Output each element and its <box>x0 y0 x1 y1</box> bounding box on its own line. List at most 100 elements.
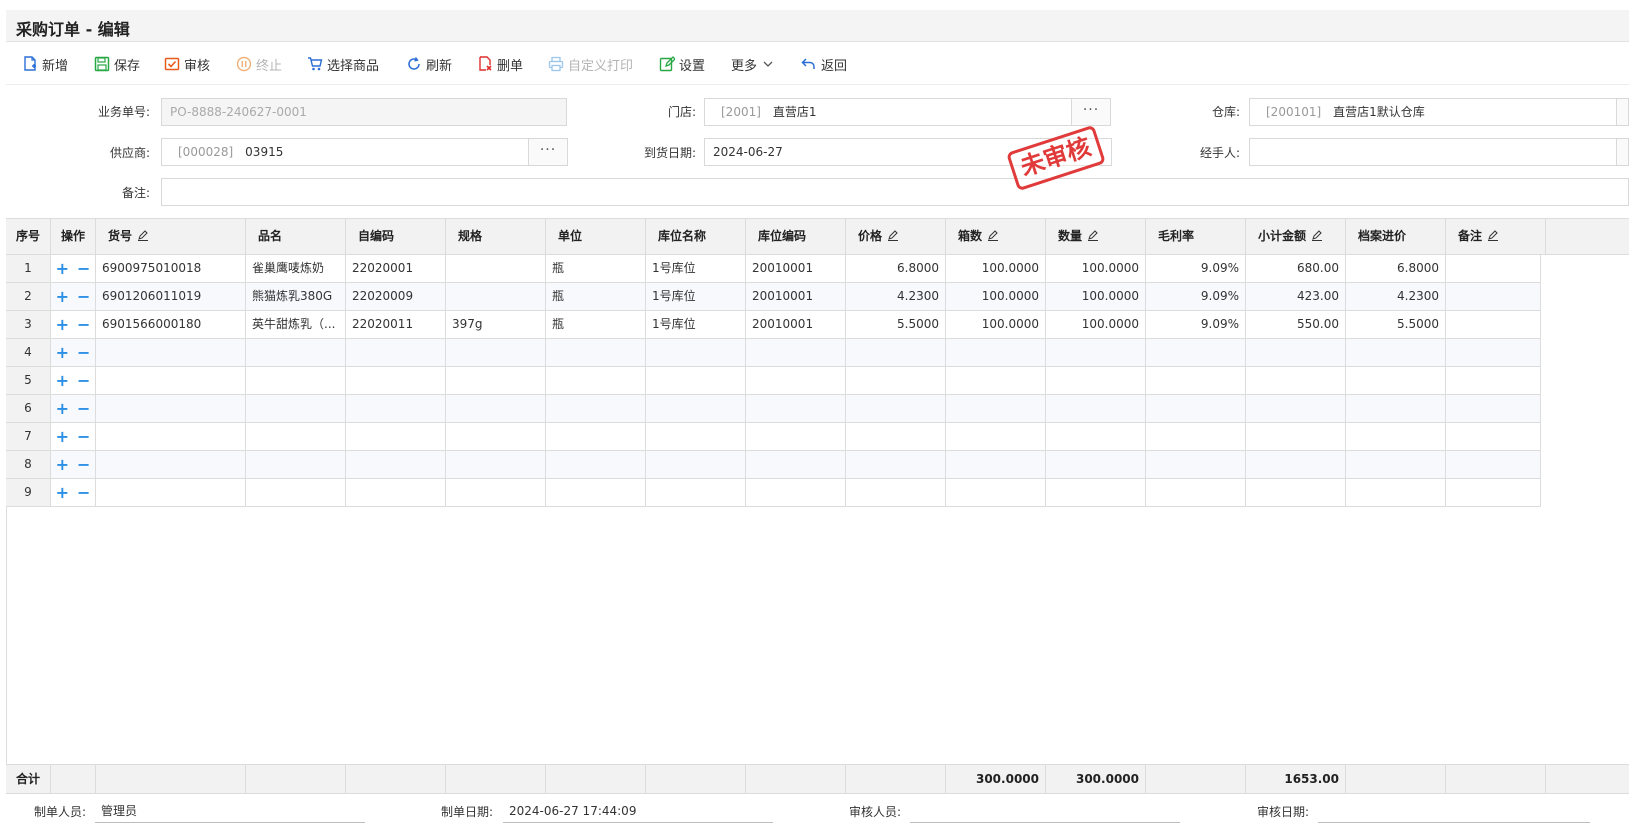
cell-name[interactable] <box>246 479 346 506</box>
cell-note[interactable] <box>1446 367 1541 394</box>
col-price[interactable]: 价格 <box>846 219 946 254</box>
back-button[interactable]: 返回 <box>801 54 847 74</box>
add-row-icon[interactable]: + <box>56 455 69 474</box>
cell-note[interactable] <box>1446 255 1541 282</box>
cell-name[interactable]: 熊猫炼乳380G <box>246 283 346 310</box>
cell-self-code[interactable] <box>346 395 446 422</box>
cell-spec[interactable] <box>446 479 546 506</box>
cell-subtotal[interactable] <box>1246 451 1346 478</box>
cell-qty[interactable] <box>1046 423 1146 450</box>
col-qty[interactable]: 数量 <box>1046 219 1146 254</box>
cell-self-code[interactable]: 22020011 <box>346 311 446 338</box>
store-field[interactable]: [2001] 直营店1 <box>704 98 1072 126</box>
cell-unit[interactable]: 瓶 <box>546 255 646 282</box>
cell-qty[interactable] <box>1046 451 1146 478</box>
cell-file-price[interactable] <box>1346 367 1446 394</box>
cell-price[interactable] <box>846 367 946 394</box>
cell-loc-code[interactable] <box>746 395 846 422</box>
cell-margin[interactable]: 9.09% <box>1146 311 1246 338</box>
add-row-icon[interactable]: + <box>56 259 69 278</box>
table-row[interactable]: 2 + − 6901206011019 熊猫炼乳380G 22020009 瓶 1… <box>6 283 1541 311</box>
cell-loc-name[interactable] <box>646 367 746 394</box>
table-row[interactable]: 3 + − 6901566000180 英牛甜炼乳（... 22020011 39… <box>6 311 1541 339</box>
cell-name[interactable] <box>246 423 346 450</box>
cell-loc-name[interactable] <box>646 395 746 422</box>
cell-subtotal[interactable]: 550.00 <box>1246 311 1346 338</box>
col-item-no[interactable]: 货号 <box>96 219 246 254</box>
cell-unit[interactable] <box>546 339 646 366</box>
cell-boxes[interactable]: 100.0000 <box>946 255 1046 282</box>
cell-qty[interactable]: 100.0000 <box>1046 255 1146 282</box>
cell-loc-code[interactable] <box>746 367 846 394</box>
cell-name[interactable] <box>246 367 346 394</box>
cell-file-price[interactable] <box>1346 451 1446 478</box>
cell-price[interactable] <box>846 423 946 450</box>
cell-boxes[interactable] <box>946 479 1046 506</box>
cell-loc-name[interactable] <box>646 451 746 478</box>
select-goods-button[interactable]: 选择商品 <box>307 54 379 74</box>
cell-subtotal[interactable] <box>1246 479 1346 506</box>
cell-self-code[interactable] <box>346 367 446 394</box>
cell-spec[interactable] <box>446 451 546 478</box>
cell-boxes[interactable] <box>946 423 1046 450</box>
warehouse-picker-button[interactable] <box>1616 98 1629 126</box>
cell-subtotal[interactable] <box>1246 339 1346 366</box>
col-subtotal[interactable]: 小计金额 <box>1246 219 1346 254</box>
remove-row-icon[interactable]: − <box>77 287 90 306</box>
cell-qty[interactable] <box>1046 367 1146 394</box>
cell-note[interactable] <box>1446 479 1541 506</box>
cell-loc-name[interactable]: 1号库位 <box>646 255 746 282</box>
cell-qty[interactable] <box>1046 479 1146 506</box>
remove-row-icon[interactable]: − <box>77 315 90 334</box>
cell-self-code[interactable] <box>346 451 446 478</box>
cell-note[interactable] <box>1446 395 1541 422</box>
cell-self-code[interactable]: 22020001 <box>346 255 446 282</box>
cell-boxes[interactable]: 100.0000 <box>946 311 1046 338</box>
cell-loc-name[interactable] <box>646 479 746 506</box>
cell-loc-code[interactable]: 20010001 <box>746 255 846 282</box>
table-row[interactable]: 9 + − <box>6 479 1541 507</box>
cell-loc-name[interactable]: 1号库位 <box>646 311 746 338</box>
remove-row-icon[interactable]: − <box>77 427 90 446</box>
cell-unit[interactable]: 瓶 <box>546 283 646 310</box>
add-row-icon[interactable]: + <box>56 315 69 334</box>
cell-spec[interactable] <box>446 283 546 310</box>
cell-price[interactable] <box>846 339 946 366</box>
table-row[interactable]: 7 + − <box>6 423 1541 451</box>
cell-qty[interactable] <box>1046 395 1146 422</box>
cell-margin[interactable] <box>1146 339 1246 366</box>
table-row[interactable]: 1 + − 6900975010018 雀巢鹰唛炼奶 22020001 瓶 1号库… <box>6 255 1541 283</box>
cell-self-code[interactable] <box>346 339 446 366</box>
cell-loc-code[interactable] <box>746 339 846 366</box>
remove-row-icon[interactable]: − <box>77 371 90 390</box>
cell-qty[interactable]: 100.0000 <box>1046 283 1146 310</box>
cell-spec[interactable] <box>446 367 546 394</box>
new-button[interactable]: 新增 <box>22 54 68 74</box>
add-row-icon[interactable]: + <box>56 399 69 418</box>
cell-boxes[interactable]: 100.0000 <box>946 283 1046 310</box>
supplier-field[interactable]: [000028] 03915 <box>161 138 529 166</box>
cell-note[interactable] <box>1446 423 1541 450</box>
cell-name[interactable] <box>246 451 346 478</box>
cell-self-code[interactable] <box>346 479 446 506</box>
cell-item-no[interactable] <box>96 367 246 394</box>
cell-item-no[interactable] <box>96 339 246 366</box>
cell-margin[interactable] <box>1146 423 1246 450</box>
cell-note[interactable] <box>1446 339 1541 366</box>
more-dropdown[interactable]: 更多 <box>731 54 773 74</box>
order-no-field[interactable]: PO-8888-240627-0001 <box>161 98 567 126</box>
add-row-icon[interactable]: + <box>56 287 69 306</box>
cell-spec[interactable] <box>446 255 546 282</box>
cell-file-price[interactable]: 4.2300 <box>1346 283 1446 310</box>
cell-file-price[interactable] <box>1346 339 1446 366</box>
cell-name[interactable]: 雀巢鹰唛炼奶 <box>246 255 346 282</box>
cell-margin[interactable]: 9.09% <box>1146 283 1246 310</box>
cell-item-no[interactable]: 6901206011019 <box>96 283 246 310</box>
handler-field[interactable] <box>1249 138 1617 166</box>
cell-boxes[interactable] <box>946 367 1046 394</box>
cell-item-no[interactable] <box>96 451 246 478</box>
cell-boxes[interactable] <box>946 339 1046 366</box>
cell-price[interactable] <box>846 479 946 506</box>
warehouse-field[interactable]: [200101] 直营店1默认仓库 <box>1249 98 1617 126</box>
cell-spec[interactable]: 397g <box>446 311 546 338</box>
